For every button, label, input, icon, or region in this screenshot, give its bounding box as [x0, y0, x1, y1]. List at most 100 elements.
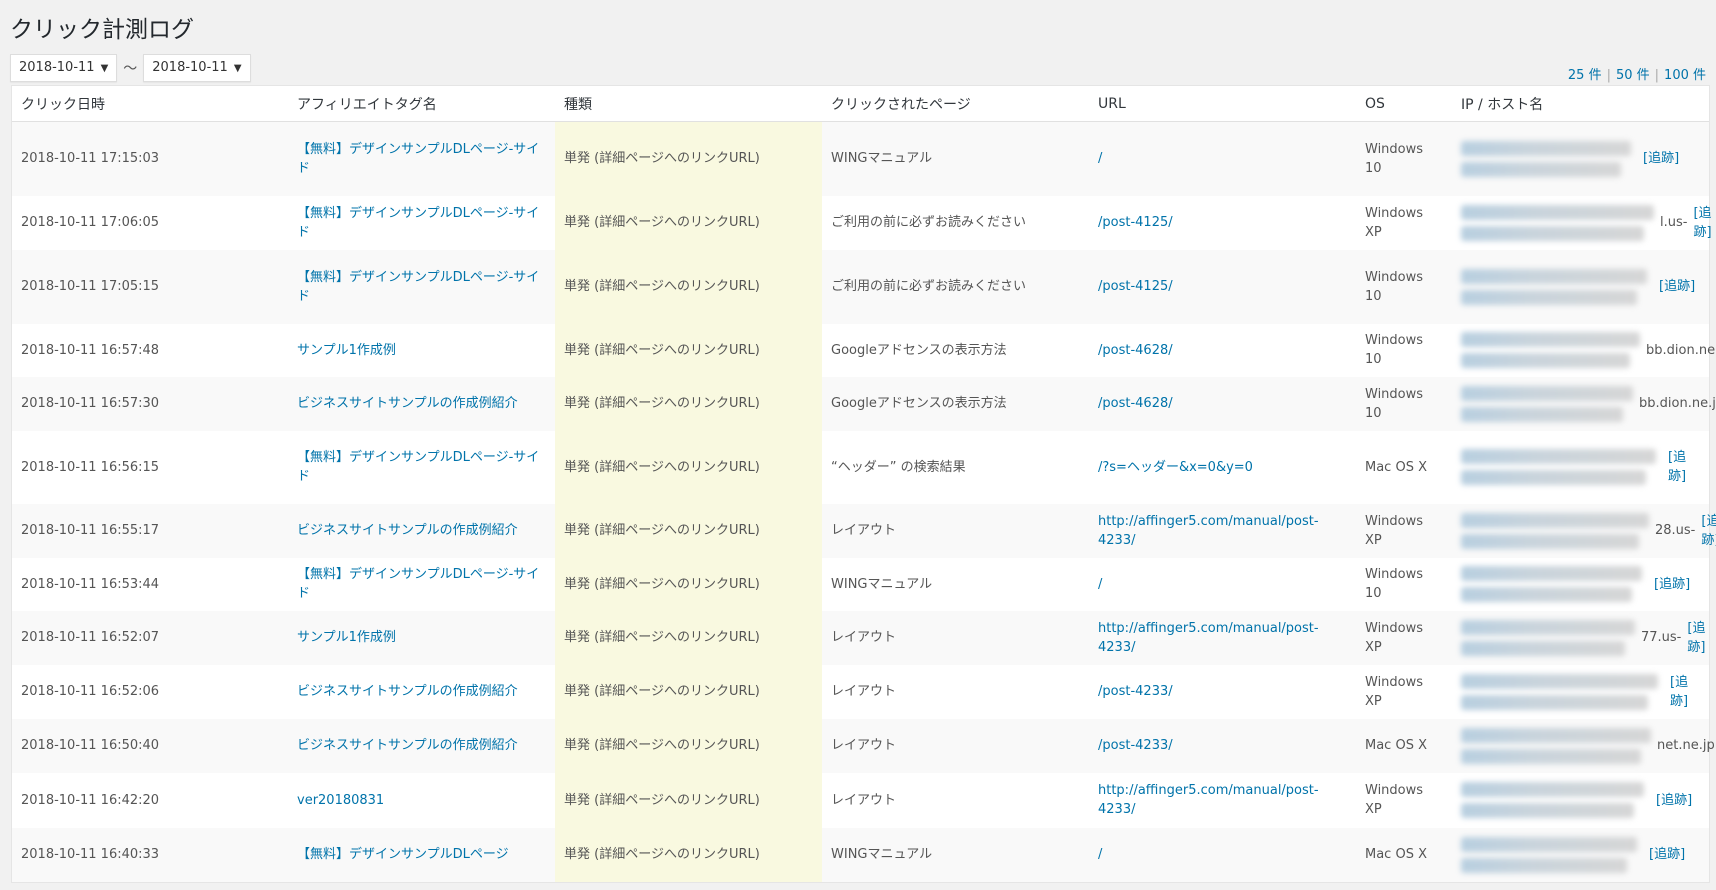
date-from-select[interactable]: 2018-10-11 ▼ — [10, 54, 118, 82]
redacted-host — [1461, 161, 1621, 177]
host-suffix: bb.dion.ne.jp — [1646, 342, 1716, 358]
tag-link[interactable]: ビジネスサイトサンプルの作成例紹介 — [297, 738, 518, 753]
tag-link[interactable]: 【無料】デザインサンプルDLページ — [297, 847, 509, 862]
click-time: 2018-10-11 16:53:44 — [21, 576, 160, 592]
click-time: 2018-10-11 16:57:30 — [12, 376, 288, 431]
clicked-page: Googleアドセンスの表示方法 — [831, 342, 1007, 358]
page-title: クリック計測ログ — [10, 17, 194, 43]
tag-link[interactable]: ver20180831 — [297, 793, 384, 808]
url-link[interactable]: /post-4125/ — [1098, 279, 1173, 294]
os: Windows 10 — [1356, 121, 1452, 196]
track-link[interactable]: [追跡] — [1649, 845, 1685, 864]
tag-link[interactable]: ビジネスサイトサンプルの作成例紹介 — [297, 396, 518, 411]
click-type: 単発 (詳細ページへのリンクURL) — [555, 772, 822, 828]
clicked-page: ご利用の前に必ずお読みください — [822, 249, 1089, 324]
date-to-select[interactable]: 2018-10-11 ▼ — [143, 54, 251, 82]
table-row: 2018-10-11 16:50:40 ビジネスサイトサンプルの作成例紹介 単発 (… — [12, 718, 1715, 773]
ip-host: [追跡] — [1452, 773, 1709, 828]
track-link[interactable]: [追跡] — [1643, 149, 1679, 168]
tag-link[interactable]: サンプル1作成例 — [297, 630, 396, 645]
url-link[interactable]: /?s=ヘッダー&x=0&y=0 — [1098, 460, 1253, 475]
click-time: 2018-10-11 17:05:15 — [12, 249, 288, 324]
track-link[interactable]: [追跡] — [1687, 619, 1705, 657]
ip-host: [追跡] — [1452, 827, 1709, 882]
tag-link[interactable]: 【無料】デザインサンプルDLページ-サイド — [297, 567, 539, 601]
ip-host: bb.dion.ne.jp [追跡] — [1452, 324, 1716, 377]
table-row: 2018-10-11 16:52:06 ビジネスサイトサンプルの作成例紹介 単発 (… — [12, 664, 1709, 719]
table-row: 2018-10-11 16:40:33 【無料】デザインサンプルDLページ 単発 (… — [12, 827, 1709, 882]
table-header: クリック日時 アフィリエイトタグ名 種類 クリックされたページ URL OS I… — [12, 86, 1709, 122]
track-link[interactable]: [追跡] — [1656, 791, 1692, 810]
host-suffix: bb.dion.ne.jp — [1639, 396, 1716, 411]
dropdown-arrow-icon: ▼ — [233, 63, 242, 74]
click-time: 2018-10-11 16:52:06 — [21, 684, 160, 699]
redacted-host — [1461, 587, 1632, 602]
tag-link[interactable]: サンプル1作成例 — [297, 343, 396, 358]
os: Mac OS X — [1365, 459, 1427, 475]
os: Windows 10 — [1365, 333, 1424, 367]
url-link[interactable]: http://affinger5.com/manual/post-4233/ — [1098, 514, 1319, 548]
click-time: 2018-10-11 17:15:03 — [12, 121, 288, 196]
redacted-ip — [1461, 385, 1633, 401]
ip-host: l.us- [追跡] — [1452, 196, 1712, 250]
redacted-ip — [1461, 204, 1654, 220]
track-link[interactable]: [追跡] — [1668, 448, 1700, 486]
table-row: 2018-10-11 16:57:48 サンプル1作成例 単発 (詳細ページへのリン… — [12, 323, 1716, 377]
click-type: 単発 (詳細ページへのリンクURL) — [555, 827, 822, 882]
track-link[interactable]: [追跡] — [1701, 512, 1716, 550]
click-time: 2018-10-11 16:57:48 — [21, 342, 160, 358]
click-time: 2018-10-11 16:55:17 — [12, 503, 288, 558]
tag-link[interactable]: ビジネスサイトサンプルの作成例紹介 — [297, 684, 518, 699]
click-type: 単発 (詳細ページへのリンクURL) — [555, 664, 822, 719]
click-type: 単発 (詳細ページへのリンクURL) — [555, 121, 822, 196]
url-link[interactable]: /post-4233/ — [1098, 684, 1173, 699]
url-link[interactable]: /post-4628/ — [1098, 343, 1173, 358]
col-click-time: クリック日時 — [12, 86, 288, 122]
os: Windows XP — [1365, 783, 1424, 817]
redacted-host — [1461, 353, 1630, 368]
table-row: 2018-10-11 16:42:20 ver20180831 単発 (詳細ページへ… — [12, 772, 1709, 828]
os: Windows XP — [1356, 503, 1452, 558]
per-page-100[interactable]: 100 件 — [1664, 68, 1706, 83]
url-link[interactable]: http://affinger5.com/manual/post-4233/ — [1098, 783, 1319, 817]
click-time: 2018-10-11 16:52:07 — [12, 610, 288, 665]
url-link[interactable]: / — [1098, 151, 1102, 166]
os: Windows 10 — [1356, 249, 1452, 324]
ip-host: [追跡] — [1452, 431, 1709, 504]
redacted-ip — [1461, 332, 1640, 347]
track-link[interactable]: [追跡] — [1654, 575, 1690, 594]
click-type: 単発 (詳細ページへのリンクURL) — [555, 503, 822, 558]
tag-link[interactable]: 【無料】デザインサンプルDLページ-サイド — [297, 142, 539, 176]
click-type: 単発 (詳細ページへのリンクURL) — [555, 195, 822, 250]
col-type: 種類 — [555, 86, 822, 122]
click-time: 2018-10-11 16:56:15 — [21, 459, 160, 475]
clicked-page: WINGマニュアル — [822, 121, 1089, 196]
click-type: 単発 (詳細ページへのリンクURL) — [555, 323, 822, 377]
per-page-25[interactable]: 25 件 — [1568, 68, 1602, 83]
url-link[interactable]: /post-4125/ — [1098, 215, 1173, 230]
clicked-page: “ヘッダー” の検索結果 — [831, 459, 966, 475]
click-type: 単発 (詳細ページへのリンクURL) — [555, 376, 822, 431]
url-link[interactable]: /post-4628/ — [1098, 396, 1173, 411]
table-row: 2018-10-11 17:06:05 【無料】デザインサンプルDLページ-サイド… — [12, 195, 1712, 250]
os: Windows XP — [1365, 205, 1424, 240]
table-row: 2018-10-11 16:56:15 【無料】デザインサンプルDLページ-サイド… — [12, 430, 1709, 504]
per-page-50[interactable]: 50 件 — [1616, 68, 1650, 83]
tag-link[interactable]: 【無料】デザインサンプルDLページ-サイド — [297, 270, 539, 304]
tag-link[interactable]: 【無料】デザインサンプルDLページ-サイド — [297, 206, 539, 240]
url-link[interactable]: / — [1098, 847, 1102, 862]
tag-link[interactable]: ビジネスサイトサンプルの作成例紹介 — [297, 523, 518, 538]
track-link[interactable]: [追跡] — [1659, 277, 1695, 296]
url-link[interactable]: / — [1098, 577, 1102, 592]
track-link[interactable]: [追跡] — [1670, 673, 1700, 711]
redacted-ip — [1461, 268, 1647, 284]
os: Windows XP — [1365, 674, 1424, 709]
url-link[interactable]: http://affinger5.com/manual/post-4233/ — [1098, 621, 1319, 655]
redacted-host — [1461, 470, 1646, 485]
click-time: 2018-10-11 16:40:33 — [12, 827, 288, 882]
track-link[interactable]: [追跡] — [1693, 204, 1711, 242]
url-link[interactable]: /post-4233/ — [1098, 738, 1173, 753]
ip-host: [追跡] — [1452, 249, 1709, 324]
tag-link[interactable]: 【無料】デザインサンプルDLページ-サイド — [297, 450, 539, 484]
date-to-value: 2018-10-11 — [152, 60, 228, 75]
